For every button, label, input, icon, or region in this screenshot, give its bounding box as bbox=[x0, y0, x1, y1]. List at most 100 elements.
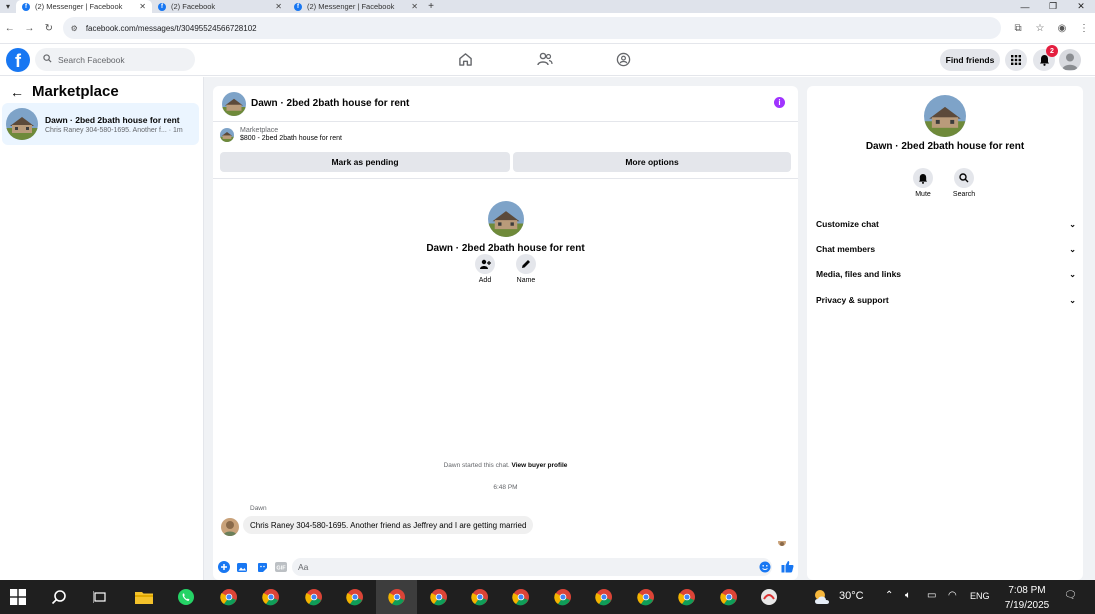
close-window-icon[interactable]: ✕ bbox=[1067, 0, 1095, 13]
input-language[interactable]: ENG bbox=[970, 591, 990, 601]
privacy-support-section[interactable]: Privacy & support ⌄ bbox=[816, 292, 1076, 308]
volume-icon[interactable]: 🔈︎ bbox=[905, 590, 911, 601]
minimize-icon[interactable]: — bbox=[1011, 0, 1039, 13]
message-composer: GIF Aa bbox=[213, 554, 798, 580]
listing-house-thumbnail[interactable] bbox=[222, 91, 246, 116]
add-people-button[interactable]: Add bbox=[465, 254, 505, 284]
task-view-icon[interactable] bbox=[90, 587, 110, 607]
vpn-app-icon[interactable] bbox=[759, 587, 779, 607]
back-icon[interactable]: ← bbox=[0, 23, 20, 34]
name-chat-button[interactable]: Name bbox=[506, 254, 546, 284]
listing-house-thumbnail bbox=[220, 127, 234, 142]
notification-center-icon[interactable]: 🗨︎ bbox=[1064, 590, 1077, 601]
tab-title: (2) Facebook bbox=[171, 2, 216, 11]
chrome-icon[interactable] bbox=[470, 587, 490, 607]
mute-button[interactable]: Mute bbox=[903, 168, 943, 198]
url-input[interactable]: ⚙ facebook.com/messages/t/30495524566728… bbox=[62, 17, 1002, 39]
chrome-icon[interactable] bbox=[677, 587, 697, 607]
groups-icon[interactable] bbox=[614, 50, 632, 68]
close-tab-icon[interactable]: ✕ bbox=[411, 2, 418, 11]
back-arrow-icon[interactable]: ← bbox=[10, 84, 24, 100]
battery-icon[interactable]: ▭ bbox=[927, 590, 936, 601]
message-input[interactable]: Aa bbox=[292, 558, 772, 576]
weather-temperature[interactable]: 30°C bbox=[839, 590, 864, 602]
system-clock[interactable]: 7:08 PM 7/19/2025 bbox=[997, 583, 1057, 613]
gif-icon[interactable]: GIF bbox=[273, 559, 289, 575]
facebook-logo-icon[interactable]: f bbox=[6, 48, 30, 72]
more-options-button[interactable]: More options bbox=[513, 152, 791, 172]
friends-icon[interactable] bbox=[536, 50, 554, 68]
restore-icon[interactable]: ❐ bbox=[1039, 0, 1067, 13]
close-tab-icon[interactable]: ✕ bbox=[139, 2, 146, 11]
chevron-down-icon: ⌄ bbox=[1069, 244, 1076, 254]
facebook-favicon-icon: f bbox=[22, 2, 30, 11]
windows-start-icon[interactable] bbox=[10, 589, 26, 605]
browser-tab[interactable]: f (2) Facebook ✕ bbox=[152, 0, 288, 13]
menu-grid-icon[interactable] bbox=[1005, 49, 1027, 71]
whatsapp-icon[interactable] bbox=[176, 587, 196, 607]
chat-header: Dawn · 2bed 2bath house for rent i bbox=[213, 86, 798, 122]
add-label: Add bbox=[478, 277, 492, 284]
mute-label: Mute bbox=[915, 191, 931, 198]
emoji-icon[interactable] bbox=[757, 559, 773, 575]
chrome-icon[interactable] bbox=[719, 587, 739, 607]
site-info-icon[interactable]: ⚙ bbox=[71, 24, 78, 33]
search-in-chat-button[interactable]: Search bbox=[944, 168, 984, 198]
section-label: Customize chat bbox=[816, 219, 879, 229]
reload-icon[interactable]: ↻ bbox=[39, 23, 59, 34]
message-bubble[interactable]: Chris Raney 304-580-1695. Another friend… bbox=[243, 516, 534, 534]
browser-menu-icon[interactable]: ⋮ bbox=[1073, 23, 1095, 34]
weather-icon[interactable] bbox=[812, 587, 832, 607]
section-label: Chat members bbox=[816, 244, 876, 254]
find-friends-button[interactable]: Find friends bbox=[940, 49, 1000, 71]
browser-tab[interactable]: f (2) Messenger | Facebook ✕ bbox=[288, 0, 424, 13]
sticker-icon[interactable] bbox=[254, 559, 270, 575]
chrome-icon[interactable] bbox=[636, 587, 656, 607]
chrome-icon[interactable] bbox=[261, 587, 281, 607]
panel-title: Marketplace bbox=[32, 83, 119, 100]
chrome-icon[interactable] bbox=[219, 587, 239, 607]
conversation-list-panel: ← Marketplace Dawn · 2bed 2bath house fo… bbox=[0, 77, 204, 580]
install-app-icon[interactable]: ⧉ bbox=[1007, 23, 1029, 34]
marketplace-listing-card[interactable]: Marketplace $800 - 2bed 2bath house for … bbox=[220, 127, 342, 142]
sender-avatar[interactable] bbox=[221, 518, 239, 536]
chat-members-section[interactable]: Chat members ⌄ bbox=[816, 241, 1076, 257]
media-files-links-section[interactable]: Media, files and links ⌄ bbox=[816, 266, 1076, 282]
search-input[interactable]: Search Facebook bbox=[35, 48, 195, 71]
chrome-icon[interactable] bbox=[304, 587, 324, 607]
conversation-item[interactable]: Dawn · 2bed 2bath house for rent Chris R… bbox=[2, 103, 199, 145]
customize-chat-section[interactable]: Customize chat ⌄ bbox=[816, 216, 1076, 232]
listing-house-thumbnail bbox=[6, 108, 38, 140]
chrome-icon[interactable] bbox=[553, 587, 573, 607]
chrome-icon[interactable] bbox=[511, 587, 531, 607]
mark-as-pending-button[interactable]: Mark as pending bbox=[220, 152, 510, 172]
browser-tab[interactable]: f (2) Messenger | Facebook ✕ bbox=[16, 0, 152, 13]
chat-title[interactable]: Dawn · 2bed 2bath house for rent bbox=[251, 98, 409, 109]
facebook-top-nav: f Search Facebook Find friends 2 bbox=[0, 44, 1095, 76]
bookmark-star-icon[interactable]: ☆ bbox=[1029, 23, 1051, 34]
chrome-icon[interactable] bbox=[387, 587, 407, 607]
file-explorer-icon[interactable] bbox=[134, 587, 154, 607]
clock-date: 7/19/2025 bbox=[1004, 600, 1050, 611]
search-icon bbox=[954, 168, 974, 188]
home-icon[interactable] bbox=[456, 50, 474, 68]
new-tab-button[interactable]: + bbox=[424, 0, 438, 13]
chrome-icon[interactable] bbox=[429, 587, 449, 607]
show-hidden-icons-chevron-icon[interactable]: ⌃ bbox=[885, 590, 893, 601]
close-tab-icon[interactable]: ✕ bbox=[275, 2, 282, 11]
conversation-name: Dawn · 2bed 2bath house for rent bbox=[45, 114, 180, 125]
profile-icon[interactable]: ◉ bbox=[1051, 23, 1073, 34]
thumbs-up-icon[interactable] bbox=[779, 558, 795, 574]
chrome-icon[interactable] bbox=[345, 587, 365, 607]
taskbar-search-icon[interactable] bbox=[49, 587, 69, 607]
forward-icon[interactable]: → bbox=[20, 23, 40, 34]
tab-search-icon[interactable]: ▾ bbox=[0, 0, 16, 13]
plus-icon[interactable] bbox=[216, 559, 232, 575]
photo-icon[interactable] bbox=[235, 559, 251, 575]
chat-details-panel: Dawn · 2bed 2bath house for rent Mute Se… bbox=[807, 86, 1083, 580]
account-avatar[interactable] bbox=[1059, 49, 1081, 71]
wifi-icon[interactable]: ◠ bbox=[948, 590, 957, 601]
view-buyer-profile-link[interactable]: View buyer profile bbox=[512, 462, 568, 469]
conversation-info-icon[interactable]: i bbox=[774, 97, 785, 108]
chrome-icon[interactable] bbox=[594, 587, 614, 607]
